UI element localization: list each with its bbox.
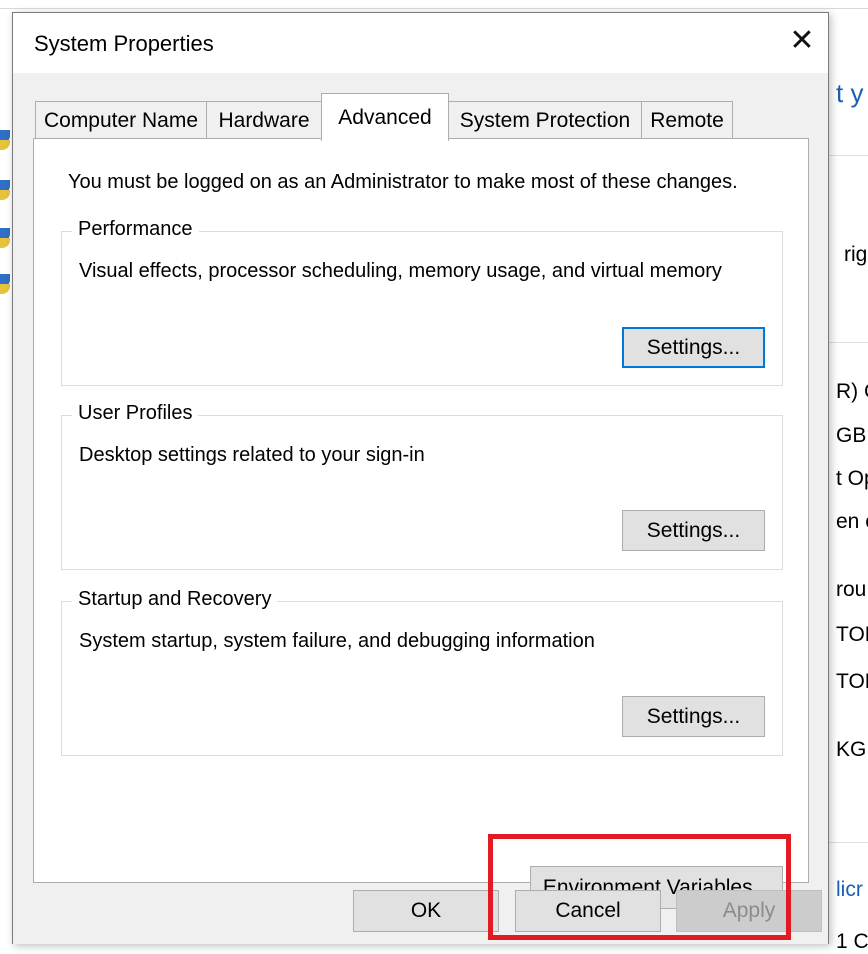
system-properties-dialog: System Properties ✕ Computer Name Hardwa… xyxy=(12,12,829,944)
tab-hardware[interactable]: Hardware xyxy=(206,101,322,139)
admin-notice: You must be logged on as an Administrato… xyxy=(68,171,738,193)
user-profiles-group-label: User Profiles xyxy=(72,402,199,425)
advanced-tab-panel: You must be logged on as an Administrato… xyxy=(33,138,809,883)
background-separator xyxy=(828,842,868,843)
background-topbar xyxy=(0,0,868,9)
background-separator xyxy=(828,155,868,156)
background-heading-fragment: t y xyxy=(836,78,864,108)
performance-group-label: Performance xyxy=(72,218,199,241)
background-text-fragment: t Op xyxy=(836,467,868,490)
background-text-fragment: TOP xyxy=(836,623,868,646)
user-profiles-settings-button[interactable]: Settings... xyxy=(622,510,765,551)
background-text-fragment: GB xyxy=(836,424,867,447)
shield-icon xyxy=(0,130,12,152)
close-button[interactable]: ✕ xyxy=(780,21,824,61)
tab-advanced[interactable]: Advanced xyxy=(321,93,449,141)
tab-computer-name[interactable]: Computer Name xyxy=(35,101,207,139)
background-text-fragment: 1 C xyxy=(836,930,868,953)
user-profiles-group: User Profiles Desktop settings related t… xyxy=(61,402,783,570)
startup-recovery-group-label: Startup and Recovery xyxy=(72,588,278,611)
tab-remote[interactable]: Remote xyxy=(641,101,733,139)
background-text-fragment: KGF xyxy=(836,738,868,761)
startup-recovery-group: Startup and Recovery System startup, sys… xyxy=(61,588,783,756)
startup-recovery-description: System startup, system failure, and debu… xyxy=(79,630,595,652)
dialog-title: System Properties xyxy=(34,31,214,56)
user-profiles-description: Desktop settings related to your sign-in xyxy=(79,444,425,466)
close-icon: ✕ xyxy=(789,24,815,57)
startup-recovery-settings-button[interactable]: Settings... xyxy=(622,696,765,737)
background-link-fragment[interactable]: licr xyxy=(836,878,863,902)
performance-settings-button[interactable]: Settings... xyxy=(622,327,765,368)
background-text-fragment: en c xyxy=(836,510,868,533)
performance-description: Visual effects, processor scheduling, me… xyxy=(79,260,722,282)
title-bar[interactable]: System Properties ✕ xyxy=(13,13,828,73)
shield-icon xyxy=(0,228,12,250)
background-separator xyxy=(828,342,868,343)
background-text-fragment: R) C xyxy=(836,380,868,403)
ok-button[interactable]: OK xyxy=(353,890,499,932)
performance-group: Performance Visual effects, processor sc… xyxy=(61,218,783,386)
background-text-fragment: rou xyxy=(836,578,867,601)
background-text-fragment: TOF xyxy=(836,670,868,693)
highlight-annotation xyxy=(488,834,791,940)
tab-system-protection[interactable]: System Protection xyxy=(448,101,642,139)
shield-icon xyxy=(0,180,12,202)
background-text-fragment: rig xyxy=(844,243,868,266)
shield-icon xyxy=(0,274,12,296)
